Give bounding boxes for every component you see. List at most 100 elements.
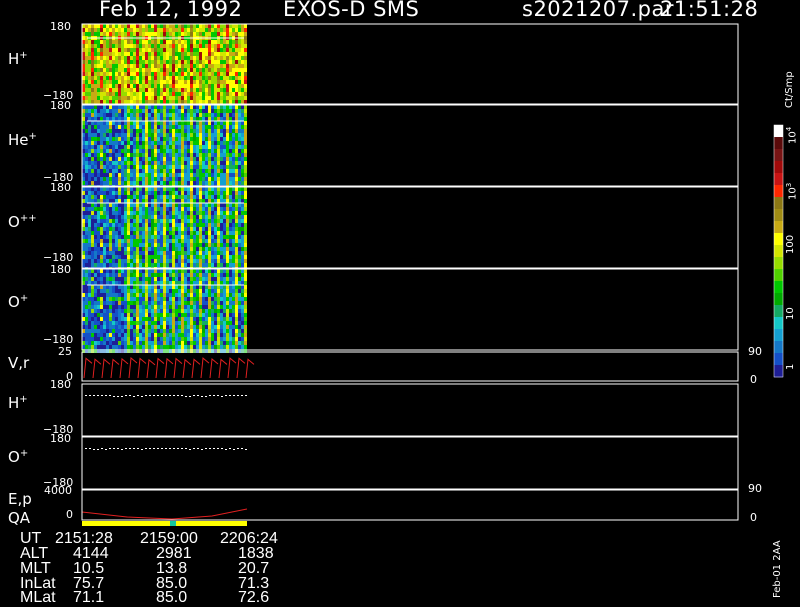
spectrogram-cell [157, 177, 160, 181]
spectrogram-cell [163, 219, 166, 223]
spectrogram-cell [88, 169, 91, 173]
spectrogram-cell [229, 321, 232, 325]
spectrogram-cell [223, 68, 226, 72]
spectrogram-cell [106, 68, 109, 72]
spectrogram-cell [235, 333, 238, 337]
spectrogram-cell [208, 277, 211, 281]
spectrogram-cell [244, 247, 247, 251]
spectrogram-cell [193, 165, 196, 169]
spectrogram-cell [169, 273, 172, 277]
spectrogram-cell [211, 117, 214, 121]
spectrogram-cell [85, 297, 88, 301]
spectrogram-cell [112, 24, 115, 28]
spectrogram-cell [172, 173, 175, 177]
spectrogram-cell [148, 125, 151, 129]
spectrogram-cell [148, 207, 151, 211]
spectrogram-cell [151, 305, 154, 309]
spectrogram-cell [109, 92, 112, 96]
spectrogram-cell [205, 177, 208, 181]
vr-trace [101, 358, 111, 379]
spectrogram-cell [97, 141, 100, 145]
spectrogram-cell [190, 44, 193, 48]
spectrogram-cell [157, 72, 160, 76]
spectrogram-cell [223, 80, 226, 84]
spectrogram-cell [118, 68, 121, 72]
spectrogram-cell [187, 333, 190, 337]
spectrogram-cell [166, 169, 169, 173]
spectrogram-cell [241, 60, 244, 64]
spectrogram-cell [106, 100, 109, 104]
spectrogram-cell [235, 181, 238, 185]
spectrogram-cell [100, 309, 103, 313]
spectrogram-cell [142, 231, 145, 235]
spectrogram-cell [103, 263, 106, 267]
spectrogram-cell [187, 269, 190, 273]
spectrogram-cell [172, 48, 175, 52]
spectrogram-cell [142, 239, 145, 243]
spectrogram-cell [175, 32, 178, 36]
spectrogram-cell [103, 125, 106, 129]
pitch-angle-point [149, 395, 151, 396]
pitch-angle-point [145, 448, 147, 449]
spectrogram-cell [208, 337, 211, 341]
spectrogram-cell [148, 40, 151, 44]
spectrogram-cell [163, 273, 166, 277]
spectrogram-cell [148, 195, 151, 199]
spectrogram-cell [121, 133, 124, 137]
spectrogram-cell [226, 239, 229, 243]
spectrogram-cell [142, 195, 145, 199]
spectrogram-cell [178, 169, 181, 173]
colorbar-segment [774, 149, 783, 162]
spectrogram-cell [103, 96, 106, 100]
spectrogram-cell [118, 301, 121, 305]
spectrogram-cell [193, 117, 196, 121]
pitch-angle-point [225, 395, 227, 396]
spectrogram-cell [199, 109, 202, 113]
spectrogram-cell [235, 105, 238, 109]
spectrogram-cell [91, 243, 94, 247]
spectrogram-cell [103, 121, 106, 125]
spectrogram-cell [157, 133, 160, 137]
spectrogram-cell [184, 113, 187, 117]
spectrogram-cell [103, 341, 106, 345]
spectrogram-cell [106, 28, 109, 32]
spectrogram-cell [190, 329, 193, 333]
spectrogram-cell [109, 68, 112, 72]
spectrogram-cell [166, 64, 169, 68]
spectrogram-cell [214, 259, 217, 263]
spectrogram-cell [208, 305, 211, 309]
spectrogram-cell [154, 56, 157, 60]
spectrogram-cell [199, 325, 202, 329]
spectrogram-cell [193, 133, 196, 137]
spectrogram-cell [232, 181, 235, 185]
spectrogram-cell [136, 325, 139, 329]
spectrogram-cell [151, 345, 154, 349]
spectrogram-cell [88, 293, 91, 297]
spectrogram-cell [85, 56, 88, 60]
spectrogram-cell [235, 219, 238, 223]
spectrogram-cell [208, 191, 211, 195]
spectrogram-cell [205, 44, 208, 48]
spectrogram-cell [172, 96, 175, 100]
spectrogram-cell [148, 32, 151, 36]
spectrogram-cell [142, 309, 145, 313]
spectrogram-cell [184, 263, 187, 267]
spectrogram-cell [235, 121, 238, 125]
spectrogram-cell [175, 309, 178, 313]
spectrogram-cell [196, 281, 199, 285]
spectrogram-cell [238, 137, 241, 141]
spectrogram-cell [226, 211, 229, 215]
spectrogram-cell [139, 40, 142, 44]
spectrogram-cell [103, 333, 106, 337]
spectrogram-cell [160, 121, 163, 125]
spectrogram-cell [178, 329, 181, 333]
vr-trace [92, 358, 102, 379]
spectrogram-cell [109, 313, 112, 317]
spectrogram-cell [232, 239, 235, 243]
spectrogram-cell [199, 60, 202, 64]
spectrogram-cell [211, 96, 214, 100]
spectrogram-cell [154, 321, 157, 325]
spectrogram-cell [88, 259, 91, 263]
spectrogram-cell [130, 195, 133, 199]
spectrogram-cell [181, 251, 184, 255]
